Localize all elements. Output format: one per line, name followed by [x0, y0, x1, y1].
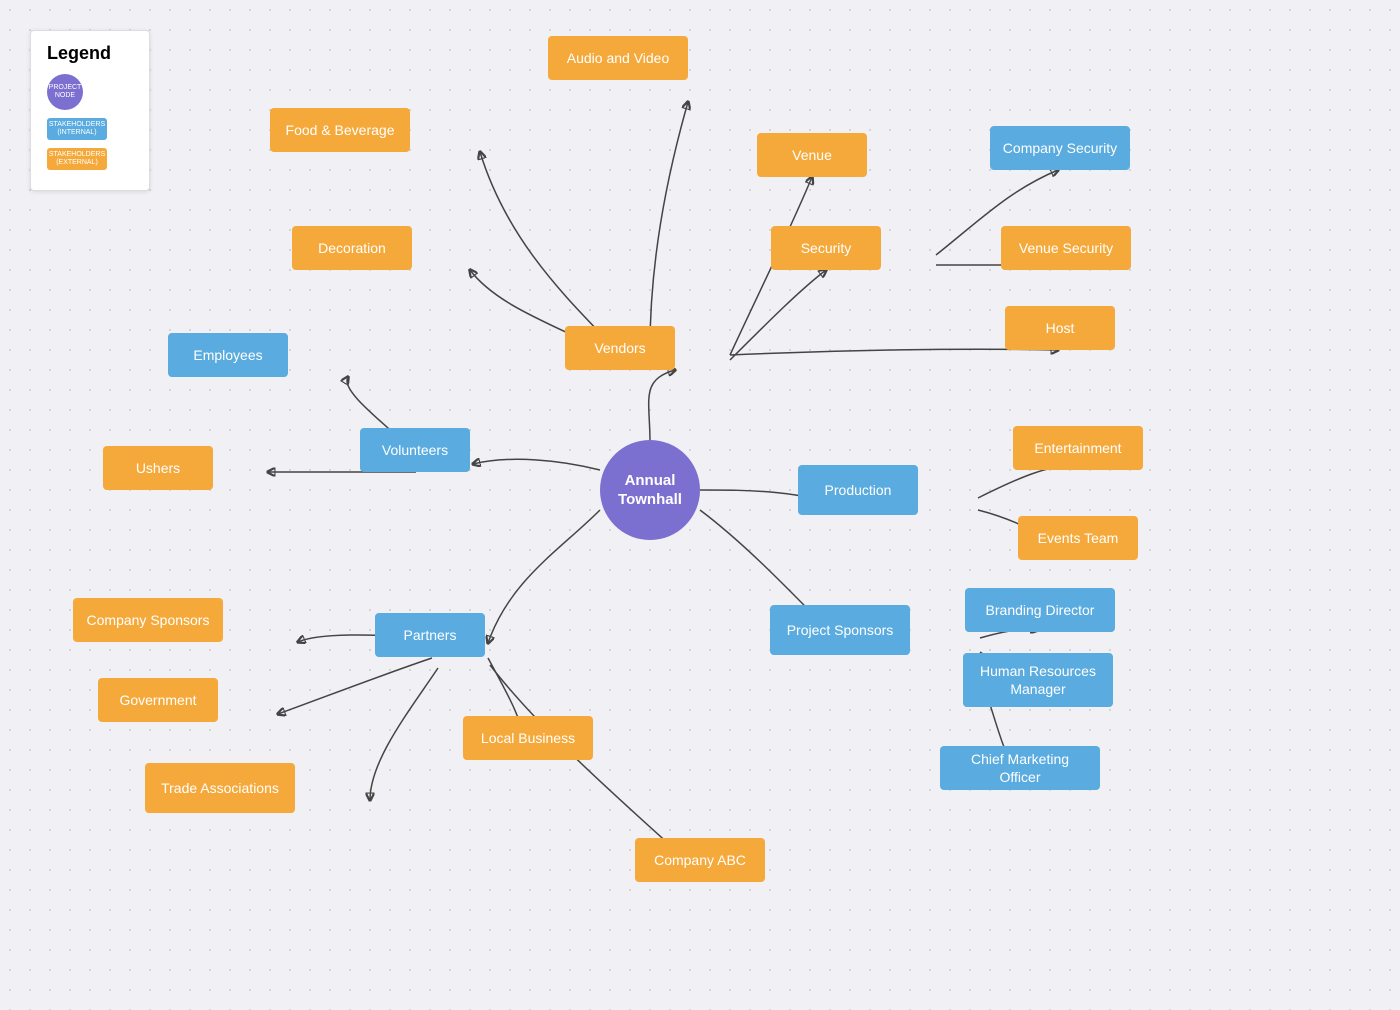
company-security-node[interactable]: Company Security	[990, 126, 1130, 170]
branding-director-node[interactable]: Branding Director	[965, 588, 1115, 632]
venue-security-node[interactable]: Venue Security	[1001, 226, 1131, 270]
partners-node[interactable]: Partners	[375, 613, 485, 657]
company-sponsors-node[interactable]: Company Sponsors	[73, 598, 223, 642]
company-abc-node[interactable]: Company ABC	[635, 838, 765, 882]
government-node[interactable]: Government	[98, 678, 218, 722]
security-node[interactable]: Security	[771, 226, 881, 270]
audio-video-node[interactable]: Audio and Video	[548, 36, 688, 80]
food-beverage-node[interactable]: Food & Beverage	[270, 108, 410, 152]
legend-panel: Legend PROJECTNODE STAKEHOLDERS(INTERNAL…	[30, 30, 150, 191]
hr-manager-node[interactable]: Human Resources Manager	[963, 653, 1113, 707]
legend-blue-box: STAKEHOLDERS(INTERNAL)	[47, 118, 107, 140]
cmo-node[interactable]: Chief Marketing Officer	[940, 746, 1100, 790]
volunteers-node[interactable]: Volunteers	[360, 428, 470, 472]
ushers-node[interactable]: Ushers	[103, 446, 213, 490]
legend-item-external: STAKEHOLDERS(EXTERNAL)	[47, 148, 133, 170]
legend-orange-box: STAKEHOLDERS(EXTERNAL)	[47, 148, 107, 170]
legend-title: Legend	[47, 43, 133, 64]
decoration-node[interactable]: Decoration	[292, 226, 412, 270]
host-node[interactable]: Host	[1005, 306, 1115, 350]
production-node[interactable]: Production	[798, 465, 918, 515]
trade-associations-node[interactable]: Trade Associations	[145, 763, 295, 813]
vendors-node[interactable]: Vendors	[565, 326, 675, 370]
project-sponsors-node[interactable]: Project Sponsors	[770, 605, 910, 655]
events-team-node[interactable]: Events Team	[1018, 516, 1138, 560]
legend-item-project: PROJECTNODE	[47, 74, 133, 110]
entertainment-node[interactable]: Entertainment	[1013, 426, 1143, 470]
local-business-node[interactable]: Local Business	[463, 716, 593, 760]
employees-node[interactable]: Employees	[168, 333, 288, 377]
legend-circle: PROJECTNODE	[47, 74, 83, 110]
center-node[interactable]: Annual Townhall	[600, 440, 700, 540]
legend-item-internal: STAKEHOLDERS(INTERNAL)	[47, 118, 133, 140]
venue-node[interactable]: Venue	[757, 133, 867, 177]
